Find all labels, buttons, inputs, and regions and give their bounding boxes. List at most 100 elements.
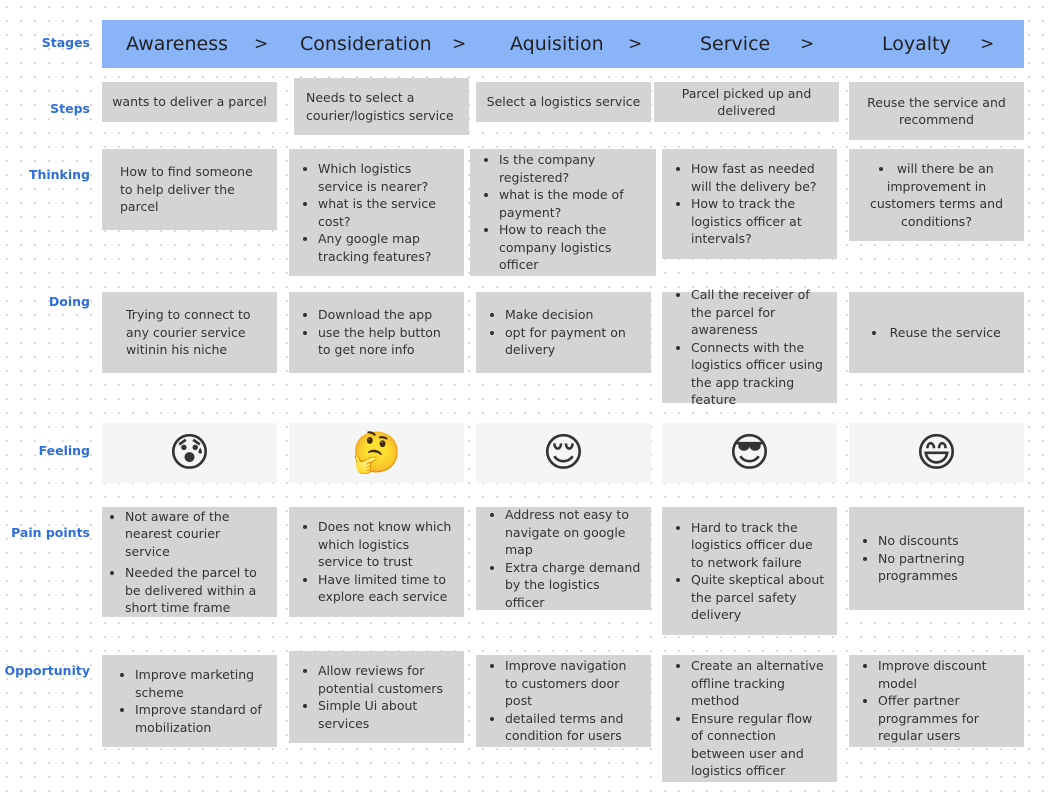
row-label-opportunity: Opportunity: [4, 663, 90, 678]
list-item: Reuse the service: [872, 324, 1001, 342]
opportunity-list: Improve marketing scheme Improve standar…: [118, 666, 267, 736]
step-text: Parcel picked up and delivered: [681, 85, 812, 119]
thinking-list: How fast as needed will the delivery be?…: [674, 160, 827, 248]
relieved-face-icon: 😌: [542, 430, 585, 476]
list-item: Make decision: [505, 306, 641, 324]
thinking-card-loyalty: will there be an improvement in customer…: [849, 149, 1024, 241]
grinning-face-icon: 😄: [915, 430, 958, 476]
list-item: Improve navigation to customers door pos…: [505, 657, 641, 710]
doing-card-loyalty: Reuse the service: [849, 292, 1024, 373]
list-item: How fast as needed will the delivery be?: [691, 160, 827, 195]
list-item: Connects with the logistics officer usin…: [691, 339, 827, 409]
list-item: Simple Ui about services: [318, 697, 454, 732]
opportunity-list: Improve discount model Offer partner pro…: [861, 657, 1014, 745]
list-item: Improve marketing scheme: [135, 666, 267, 701]
pain-list: Address not easy to navigate on google m…: [488, 506, 641, 611]
list-item: what is the mode of payment?: [499, 186, 646, 221]
list-item: Hard to track the logistics officer due …: [691, 519, 827, 572]
journey-map-board: Stages Steps Thinking Doing Feeling Pain…: [0, 0, 1053, 804]
step-text: Select a logistics service: [486, 94, 641, 110]
step-card-consideration: Needs to select a courier/logistics serv…: [294, 78, 469, 135]
row-label-stages: Stages: [41, 35, 90, 50]
list-item: Any google map tracking features?: [318, 230, 454, 265]
list-item: detailed terms and condition for users: [505, 710, 641, 745]
doing-list: Call the receiver of the parcel for awar…: [674, 286, 827, 409]
stage-label: Awareness: [126, 33, 229, 55]
stage-label: Loyalty: [882, 33, 951, 55]
list-item: Allow reviews for potential customers: [318, 662, 454, 697]
list-item: Improve standard of mobilization: [135, 701, 267, 736]
step-text: Reuse the service and recommend: [867, 94, 1006, 128]
list-item: Needed the parcel to be delivered within…: [125, 564, 267, 617]
step-card-loyalty: Reuse the service and recommend: [849, 82, 1024, 140]
list-item: Quite skeptical about the parcel safety …: [691, 571, 827, 624]
list-item: No partnering programmes: [878, 550, 1014, 585]
opportunity-list: Create an alternative offline tracking m…: [674, 657, 827, 780]
list-item: use the help button to get nore info: [318, 324, 454, 359]
pain-card-awareness: Not aware of the nearest courier service…: [102, 507, 277, 617]
thinking-sunglasses-face-icon: 🤔: [351, 430, 402, 476]
thinking-card-aquisition: Is the company registered? what is the m…: [470, 149, 656, 276]
list-item: Call the receiver of the parcel for awar…: [691, 286, 827, 339]
list-item: Which logistics service is nearer?: [318, 160, 454, 195]
pain-card-consideration: Does not know which which logistics serv…: [289, 507, 464, 617]
sunglasses-face-icon: 😎: [728, 430, 771, 476]
list-item: How to track the logistics officer at in…: [691, 195, 827, 248]
stage-label: Aquisition: [510, 33, 604, 55]
list-item: Download the app: [318, 306, 454, 324]
step-card-aquisition: Select a logistics service: [476, 82, 651, 122]
pain-list: Does not know which which logistics serv…: [301, 518, 454, 606]
opportunity-card-consideration: Allow reviews for potential customers Si…: [289, 651, 464, 743]
list-item: Address not easy to navigate on google m…: [505, 506, 641, 559]
doing-text: Trying to connect to any courier service…: [126, 307, 251, 358]
pain-list: Hard to track the logistics officer due …: [674, 519, 827, 624]
list-item: Extra charge demand by the logistics off…: [505, 559, 641, 612]
thinking-list: Is the company registered? what is the m…: [482, 151, 646, 274]
opportunity-card-awareness: Improve marketing scheme Improve standar…: [102, 655, 277, 747]
list-item: opt for payment on delivery: [505, 324, 641, 359]
anxious-sweat-face-icon: 😰: [168, 430, 211, 476]
doing-card-awareness: Trying to connect to any courier service…: [102, 292, 277, 373]
thinking-list: will there be an improvement in customer…: [863, 160, 1010, 230]
stage-arrow-icon: >: [254, 34, 269, 54]
step-text: wants to deliver a parcel: [112, 94, 267, 110]
thinking-card-service: How fast as needed will the delivery be?…: [662, 149, 837, 259]
doing-card-service: Call the receiver of the parcel for awar…: [662, 287, 837, 407]
doing-list: Make decision opt for payment on deliver…: [488, 306, 641, 359]
list-item: Offer partner programmes for regular use…: [878, 692, 1014, 745]
row-label-steps: Steps: [50, 101, 90, 116]
opportunity-list: Allow reviews for potential customers Si…: [301, 662, 454, 732]
pain-list: Not aware of the nearest courier service…: [108, 508, 267, 617]
step-text: Needs to select a courier/logistics serv…: [306, 90, 454, 123]
pain-card-aquisition: Address not easy to navigate on google m…: [476, 507, 651, 610]
stages-bar: Awareness > Consideration > Aquisition >…: [102, 20, 1024, 68]
stage-service: Service: [700, 20, 770, 68]
thinking-card-consideration: Which logistics service is nearer? what …: [289, 149, 464, 276]
opportunity-card-aquisition: Improve navigation to customers door pos…: [476, 655, 651, 747]
stage-arrow-icon: >: [980, 34, 995, 54]
thinking-card-awareness: How to find someone to help deliver the …: [102, 149, 277, 230]
stage-awareness: Awareness: [126, 20, 228, 68]
pain-card-loyalty: No discounts No partnering programmes: [849, 507, 1024, 610]
stage-label: Service: [700, 33, 771, 55]
list-item: Create an alternative offline tracking m…: [691, 657, 827, 710]
opportunity-list: Improve navigation to customers door pos…: [488, 657, 641, 745]
feeling-card-aquisition: 😌: [476, 423, 651, 483]
doing-card-aquisition: Make decision opt for payment on deliver…: [476, 292, 651, 373]
pain-list: No discounts No partnering programmes: [861, 532, 1014, 585]
feeling-card-service: 😎: [662, 423, 837, 483]
row-label-doing: Doing: [48, 294, 90, 309]
list-item: Ensure regular flow of connection betwee…: [691, 710, 827, 780]
doing-list: Download the app use the help button to …: [301, 306, 454, 359]
thinking-text: How to find someone to help deliver the …: [120, 164, 253, 215]
doing-list: Reuse the service: [872, 324, 1001, 342]
list-item: Does not know which which logistics serv…: [318, 518, 454, 571]
list-item: Have limited time to explore each servic…: [318, 571, 454, 606]
row-label-thinking: Thinking: [28, 167, 90, 182]
feeling-card-awareness: 😰: [102, 423, 277, 483]
step-card-awareness: wants to deliver a parcel: [102, 82, 277, 122]
stage-arrow-icon: >: [800, 34, 815, 54]
opportunity-card-loyalty: Improve discount model Offer partner pro…: [849, 655, 1024, 747]
stage-consideration: Consideration: [300, 20, 432, 68]
step-card-service: Parcel picked up and delivered: [654, 82, 839, 122]
